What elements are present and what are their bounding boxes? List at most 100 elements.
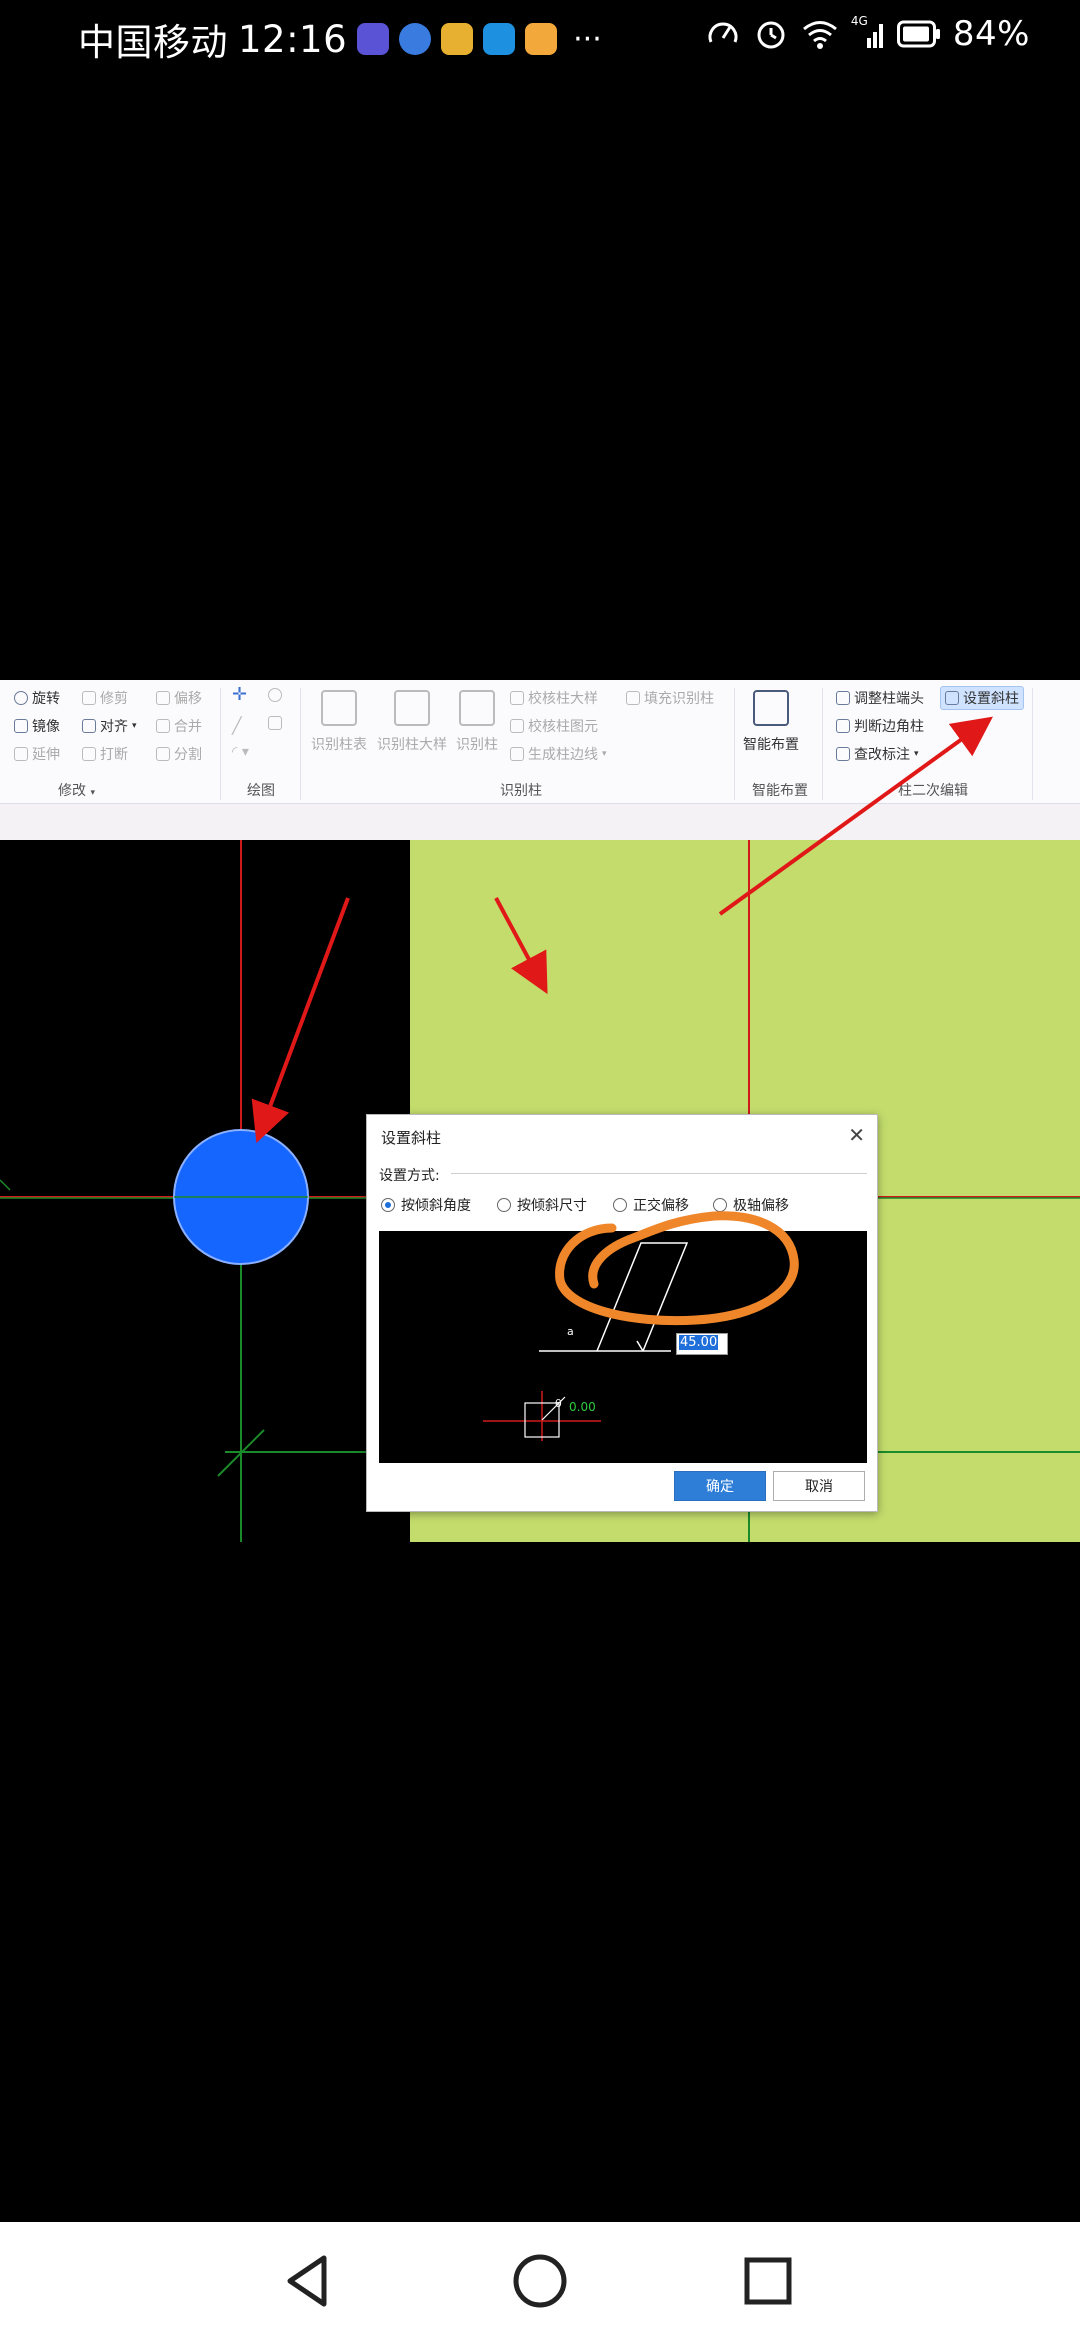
radio-by-angle-label: 按倾斜角度 xyxy=(401,1198,471,1214)
extend-tool[interactable]: 延伸 xyxy=(14,744,60,764)
ribbon-separator xyxy=(822,688,823,800)
check-column-element-tool[interactable]: 校核柱图元 xyxy=(510,716,598,736)
identify-column-table-button[interactable]: 识别柱表 xyxy=(308,690,370,754)
fill-identify-column-label: 填充识别柱 xyxy=(644,691,714,707)
search-app-icon xyxy=(483,23,516,55)
recent-apps-button[interactable] xyxy=(735,2248,801,2314)
identify-group-label: 识别柱 xyxy=(500,783,542,799)
section-divider xyxy=(451,1173,867,1174)
break-tool[interactable]: 打断 xyxy=(82,744,128,764)
split-tool[interactable]: 分割 xyxy=(156,744,202,764)
tieba-app-icon xyxy=(357,23,390,55)
radio-by-size-label: 按倾斜尺寸 xyxy=(517,1198,587,1214)
line-icon: ╱ xyxy=(232,716,242,735)
radio-polar-offset-label: 极轴偏移 xyxy=(733,1198,789,1214)
edit-annotation-tool[interactable]: 查改标注 ▾ xyxy=(836,744,919,764)
check-column-detail-tool[interactable]: 校核柱大样 xyxy=(510,688,598,708)
ribbon-separator xyxy=(734,688,735,800)
rotate-icon xyxy=(14,691,28,705)
ribbon-separator xyxy=(1032,688,1033,800)
ribbon-subbar xyxy=(0,804,1080,840)
offset-tool[interactable]: 偏移 xyxy=(156,688,202,708)
home-circle-icon xyxy=(513,2254,567,2308)
rectangle-tool[interactable] xyxy=(268,716,282,730)
radio-by-angle[interactable]: 按倾斜角度 xyxy=(381,1195,471,1215)
set-inclined-column-dialog: 设置斜柱 ✕ 设置方式: 按倾斜角度 按倾斜尺寸 正交偏移 极轴偏移 0.00 … xyxy=(366,1114,878,1512)
mirror-icon xyxy=(14,719,28,733)
battery-percentage: 84% xyxy=(952,14,1030,54)
mirror-label: 镜像 xyxy=(32,719,60,735)
cancel-button[interactable]: 取消 xyxy=(773,1471,865,1501)
trim-icon xyxy=(82,691,96,705)
close-icon[interactable]: ✕ xyxy=(848,1123,865,1147)
check-element-icon xyxy=(510,719,524,733)
ribbon-toolbar: 旋转 修剪 偏移 镜像 对齐 ▾ 合并 延伸 打断 分割 修改 ▾ ✛ ╱ ◜ … xyxy=(0,680,1080,804)
setting-mode-label: 设置方式: xyxy=(379,1168,440,1184)
draw-group-label: 绘图 xyxy=(247,783,275,799)
generate-column-edge-tool[interactable]: 生成柱边线 ▾ xyxy=(510,744,607,764)
status-bar-right: 4G 84% xyxy=(705,14,1030,54)
break-icon xyxy=(82,747,96,761)
adjust-column-end-tool[interactable]: 调整柱端头 xyxy=(836,688,924,708)
set-inclined-column-label: 设置斜柱 xyxy=(963,691,1019,707)
angle-input[interactable]: 45.00 xyxy=(676,1333,728,1355)
edge-icon xyxy=(510,747,524,761)
ok-button[interactable]: 确定 xyxy=(674,1471,766,1501)
smart-layout-label: 智能布置 xyxy=(743,737,799,753)
rotate-label: 旋转 xyxy=(32,691,60,707)
wifi-icon xyxy=(802,21,837,49)
cellular-signal-icon: 4G xyxy=(851,14,885,52)
corner-column-icon xyxy=(836,719,850,733)
battery-icon xyxy=(896,20,940,48)
radio-unselected-icon xyxy=(713,1198,727,1212)
identify-column-label: 识别柱 xyxy=(456,737,498,753)
preview-drawing: 0.00 xyxy=(483,1242,689,1441)
judge-corner-column-label: 判断边角柱 xyxy=(854,719,924,735)
align-label: 对齐 xyxy=(100,719,128,735)
status-bar: 中国移动 12:16 ··· 4G 84% xyxy=(0,0,1080,80)
circle-tool[interactable] xyxy=(268,688,282,702)
line-tool[interactable]: ╱ xyxy=(232,716,242,735)
drawing-canvas[interactable]: 设置斜柱 ✕ 设置方式: 按倾斜角度 按倾斜尺寸 正交偏移 极轴偏移 0.00 … xyxy=(0,840,1080,1542)
smart-layout-icon xyxy=(753,690,789,726)
point-tool[interactable]: ✛ xyxy=(232,684,248,705)
theta-label: θ xyxy=(555,1397,562,1410)
ribbon-separator xyxy=(220,688,221,800)
more-notifications-icon: ··· xyxy=(573,21,602,57)
green-tick-edge xyxy=(0,1179,11,1191)
radio-orthogonal-offset[interactable]: 正交偏移 xyxy=(613,1195,689,1215)
rotate-tool[interactable]: 旋转 xyxy=(14,688,60,708)
home-button[interactable] xyxy=(507,2248,573,2314)
radio-selected-icon xyxy=(381,1198,395,1212)
check-column-detail-label: 校核柱大样 xyxy=(528,691,598,707)
arc-icon: ◜ ▾ xyxy=(232,744,249,760)
merge-icon xyxy=(156,719,170,733)
extend-icon xyxy=(14,747,28,761)
browser-app-icon xyxy=(399,23,432,55)
radio-by-size[interactable]: 按倾斜尺寸 xyxy=(497,1195,587,1215)
identify-column-detail-label: 识别柱大样 xyxy=(377,737,447,753)
judge-corner-column-tool[interactable]: 判断边角柱 xyxy=(836,716,924,736)
mirror-tool[interactable]: 镜像 xyxy=(14,716,60,736)
column-detail-icon xyxy=(394,690,430,726)
radio-polar-offset[interactable]: 极轴偏移 xyxy=(713,1195,789,1215)
edge-dropdown-icon: ▾ xyxy=(602,749,607,759)
identify-column-button[interactable]: 识别柱 xyxy=(452,690,502,754)
recent-apps-square-icon xyxy=(744,2257,792,2305)
identify-column-table-label: 识别柱表 xyxy=(311,737,367,753)
back-button[interactable] xyxy=(274,2248,340,2314)
merge-label: 合并 xyxy=(174,719,202,735)
arc-tool[interactable]: ◜ ▾ xyxy=(232,744,249,760)
split-icon xyxy=(156,747,170,761)
smart-layout-button[interactable]: 智能布置 xyxy=(740,690,802,754)
align-tool[interactable]: 对齐 ▾ xyxy=(82,716,137,736)
crosshair-icon: ✛ xyxy=(232,684,248,705)
merge-tool[interactable]: 合并 xyxy=(156,716,202,736)
carrier-name: 中国移动 xyxy=(78,21,228,64)
align-icon xyxy=(82,719,96,733)
fill-identify-column-tool[interactable]: 填充识别柱 xyxy=(626,688,714,708)
set-inclined-column-tool[interactable]: 设置斜柱 xyxy=(940,686,1024,710)
edit-annotation-label: 查改标注 xyxy=(854,747,910,763)
identify-column-detail-button[interactable]: 识别柱大样 xyxy=(372,690,452,754)
trim-tool[interactable]: 修剪 xyxy=(82,688,128,708)
